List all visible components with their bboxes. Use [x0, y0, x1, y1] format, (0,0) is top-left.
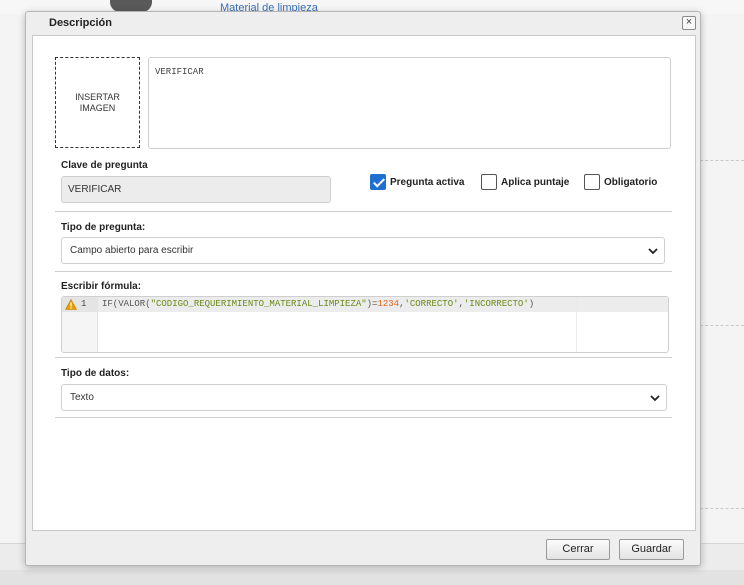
formula-code-line[interactable]: IF(VALOR("CODIGO_REQUERIMIENTO_MATERIAL_…: [102, 299, 534, 309]
obligatorio-checkbox[interactable]: Obligatorio: [584, 174, 657, 190]
checkbox-box[interactable]: [481, 174, 497, 190]
pregunta-activa-label: Pregunta activa: [390, 176, 465, 188]
tipo-pregunta-value: Campo abierto para escribir: [70, 245, 194, 256]
clave-label: Clave de pregunta: [61, 160, 148, 171]
line-number: 1: [81, 299, 87, 309]
print-margin: [576, 297, 577, 352]
divider: [55, 211, 672, 212]
pregunta-activa-checkbox[interactable]: Pregunta activa: [370, 174, 464, 190]
aplica-puntaje-checkbox[interactable]: Aplica puntaje: [481, 174, 569, 190]
chevron-down-icon: [648, 248, 658, 255]
chevron-down-icon: [650, 395, 660, 402]
clave-input[interactable]: VERIFICAR: [61, 176, 331, 203]
formula-editor[interactable]: 1 IF(VALOR("CODIGO_REQUERIMIENTO_MATERIA…: [61, 296, 669, 353]
background-footer-strip: [0, 570, 744, 585]
insert-image-label: INSERTAR IMAGEN: [75, 91, 120, 113]
code-string: "CODIGO_REQUERIMIENTO_MATERIAL_LIMPIEZA": [150, 299, 367, 309]
code-token: ): [528, 299, 535, 309]
dialog-content: INSERTAR IMAGEN VERIFICAR Clave de pregu…: [32, 35, 696, 531]
tipo-datos-label: Tipo de datos:: [61, 368, 130, 379]
tipo-pregunta-label: Tipo de pregunta:: [61, 222, 146, 233]
background-divider: [700, 508, 744, 509]
description-textarea[interactable]: VERIFICAR: [148, 57, 671, 149]
tipo-datos-select[interactable]: Texto: [61, 384, 667, 411]
code-string: 'INCORRECTO': [463, 299, 529, 309]
code-token: )=: [366, 299, 378, 309]
checkmark-icon[interactable]: [370, 174, 386, 190]
dialog-title: Descripción: [49, 17, 112, 29]
divider: [55, 357, 672, 358]
code-string: 'CORRECTO': [404, 299, 459, 309]
formula-label: Escribir fórmula:: [61, 281, 142, 292]
code-token: IF(VALOR(: [102, 299, 151, 309]
divider: [55, 417, 672, 418]
dialog-titlebar[interactable]: Descripción ×: [26, 12, 700, 35]
cancel-button[interactable]: Cerrar: [546, 539, 610, 560]
code-number: 1234: [377, 299, 400, 309]
aplica-puntaje-label: Aplica puntaje: [501, 176, 570, 188]
close-icon[interactable]: ×: [682, 16, 696, 30]
background-divider: [700, 325, 744, 326]
divider: [55, 271, 672, 272]
dialog-footer: Cerrar Guardar: [26, 532, 700, 566]
save-button[interactable]: Guardar: [619, 539, 684, 560]
tipo-datos-value: Texto: [70, 392, 94, 403]
warning-icon[interactable]: [65, 299, 77, 310]
obligatorio-label: Obligatorio: [604, 176, 658, 188]
checkbox-box[interactable]: [584, 174, 600, 190]
insert-image-button[interactable]: INSERTAR IMAGEN: [55, 57, 140, 148]
tipo-pregunta-select[interactable]: Campo abierto para escribir: [61, 237, 665, 264]
description-dialog: Descripción × INSERTAR IMAGEN VERIFICAR …: [25, 11, 701, 566]
background-divider: [700, 160, 744, 161]
